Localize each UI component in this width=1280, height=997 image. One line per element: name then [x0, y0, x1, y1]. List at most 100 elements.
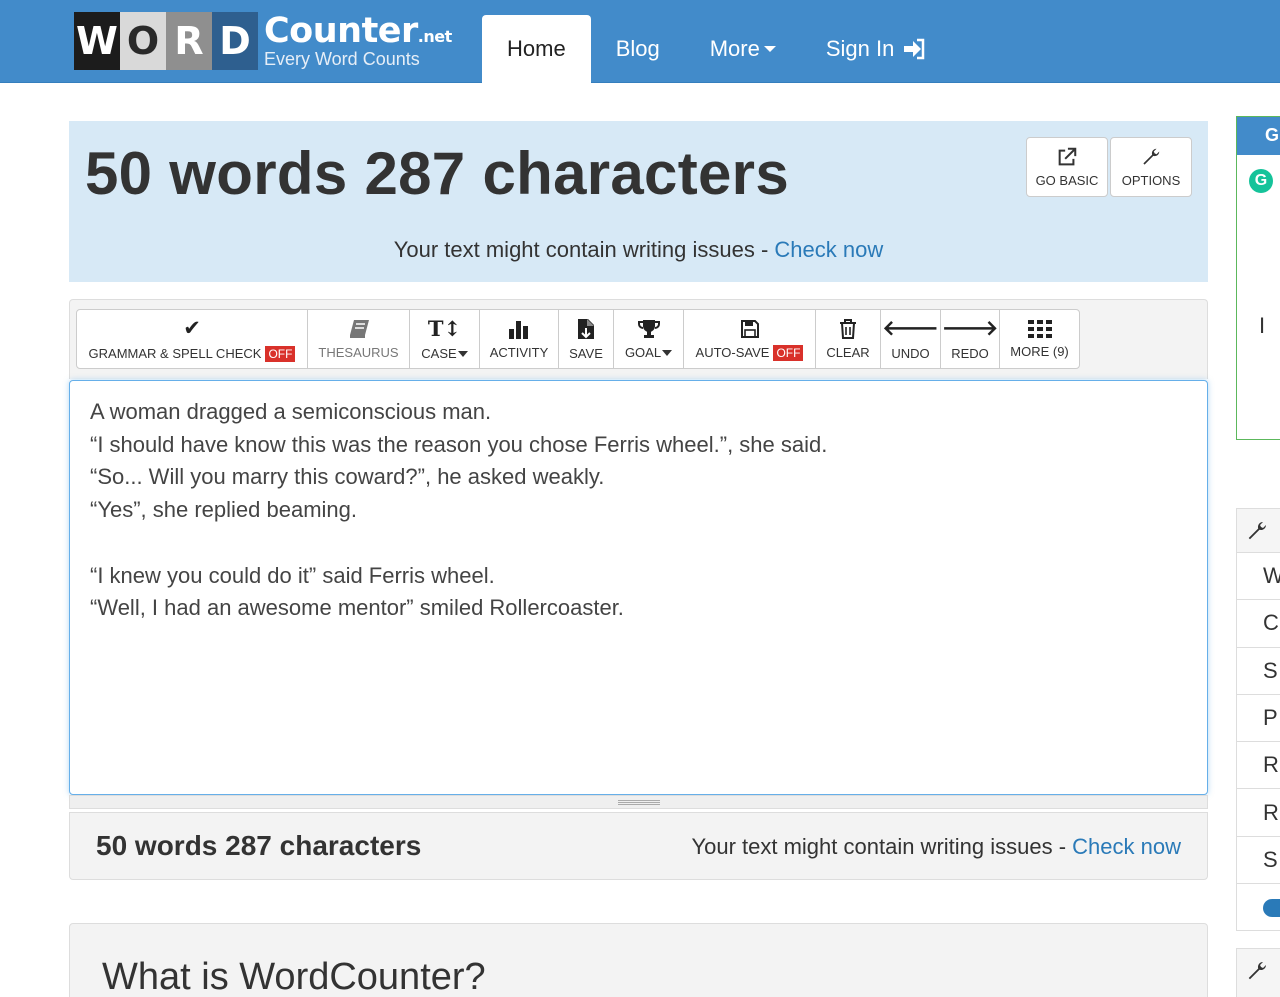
word-character-count: 50 words 287 characters — [85, 140, 789, 207]
nav-blog[interactable]: Blog — [591, 15, 685, 83]
goal-label: GOAL — [624, 344, 662, 360]
sidebar-row: R — [1237, 789, 1280, 837]
book-icon — [349, 319, 369, 338]
redo-label: REDO — [951, 345, 989, 361]
more-tools-button[interactable]: MORE (9) — [999, 309, 1080, 369]
save-button[interactable]: SAVE — [558, 309, 614, 369]
top-buttons: GO BASIC OPTIONS — [1026, 137, 1192, 197]
nav-signin-label: Sign In — [825, 36, 895, 61]
navbar: W O R D Counter.net Every Word Counts Ho… — [0, 0, 1280, 83]
sidebar-row: R — [1237, 742, 1280, 790]
logo-tile-o: O — [120, 12, 166, 70]
logo-tile-r: R — [166, 12, 212, 70]
sidebar-grammar-head: G — [1237, 117, 1280, 155]
case-button[interactable]: T↕ CASE — [409, 309, 480, 369]
arrow-left-icon: 🡐 — [882, 316, 939, 340]
nav-more[interactable]: More — [685, 15, 801, 83]
nav-signin[interactable]: Sign In — [801, 15, 952, 83]
wrench-icon — [1248, 961, 1267, 980]
activity-button[interactable]: ACTIVITY — [479, 309, 559, 369]
grammar-off-badge: OFF — [265, 345, 296, 362]
bottom-word-character-count: 50 words 287 characters — [96, 830, 422, 861]
clear-label: CLEAR — [826, 344, 870, 360]
options-label: OPTIONS — [1121, 173, 1181, 188]
check-now-link[interactable]: Check now — [774, 237, 883, 262]
logo-tile-w: W — [74, 12, 120, 70]
nav-blog-label: Blog — [615, 36, 660, 61]
sidebar-grammar-widget: G G I — [1236, 116, 1280, 440]
grammar-label: GRAMMAR & SPELL CHECK — [88, 345, 262, 361]
floppy-disk-icon — [740, 319, 759, 338]
more-tools-label: MORE (9) — [1010, 343, 1069, 359]
bottom-writing-issues-text: Your text might contain writing issues - — [691, 834, 1073, 859]
thesaurus-button[interactable]: THESAURUS — [307, 309, 410, 369]
undo-label: UNDO — [891, 345, 930, 361]
autosave-label: AUTO-SAVE — [695, 344, 770, 360]
goal-label-row: GOAL — [624, 344, 673, 360]
clear-button[interactable]: CLEAR — [815, 309, 881, 369]
sidebar-grammar-text: I — [1259, 313, 1266, 338]
logo-main-word: Counter — [264, 11, 418, 51]
what-is-panel: What is WordCounter? — [69, 923, 1208, 997]
caret-down-icon — [457, 351, 468, 358]
sidebar-details-panel: W C S P R R S — [1236, 508, 1280, 931]
logo-tagline: Every Word Counts — [264, 49, 420, 69]
counter-panel: 50 words 287 characters GO BASIC OPTIONS… — [69, 121, 1208, 282]
logo-main: Counter.net — [264, 14, 452, 49]
thesaurus-label: THESAURUS — [318, 344, 399, 360]
logo-tiles: W O R D — [74, 12, 258, 70]
sidebar-row: S — [1237, 648, 1280, 695]
wrench-icon — [1143, 148, 1160, 165]
bottom-check-now-link[interactable]: Check now — [1072, 834, 1181, 859]
text-editor[interactable]: A woman dragged a semiconscious man. “I … — [69, 380, 1208, 795]
trophy-icon — [637, 319, 660, 338]
auto-save-button[interactable]: AUTO-SAVE OFF — [683, 309, 816, 369]
sidebar-details-head — [1237, 509, 1280, 553]
sidebar-row: P — [1237, 695, 1280, 743]
go-basic-label: GO BASIC — [1035, 173, 1099, 188]
sign-in-icon — [904, 38, 925, 60]
trash-icon — [840, 318, 856, 339]
activity-label: ACTIVITY — [489, 344, 549, 360]
case-label: CASE — [421, 345, 457, 361]
caret-down-icon — [662, 350, 673, 357]
sidebar-row: S — [1237, 837, 1280, 885]
site-logo[interactable]: W O R D Counter.net Every Word Counts — [74, 12, 452, 70]
grammar-spell-check-button[interactable]: ✔ GRAMMAR & SPELL CHECK OFF — [76, 309, 308, 369]
bottom-counter-bar: 50 words 287 characters Your text might … — [69, 812, 1208, 880]
sidebar-row: C — [1237, 600, 1280, 648]
save-label: SAVE — [569, 345, 603, 361]
sidebar-toggle[interactable] — [1263, 898, 1280, 917]
check-icon: ✔ — [183, 316, 201, 340]
text-height-icon: T↕ — [427, 315, 462, 341]
goal-button[interactable]: GOAL — [613, 309, 684, 369]
go-basic-button[interactable]: GO BASIC — [1026, 137, 1108, 197]
toolbar-buttons: ✔ GRAMMAR & SPELL CHECK OFF THESAURUS T↕ … — [76, 309, 1080, 369]
editor-toolbar: ✔ GRAMMAR & SPELL CHECK OFF THESAURUS T↕ … — [69, 299, 1208, 379]
redo-button[interactable]: 🡒 REDO — [940, 309, 1000, 369]
caret-down-icon — [763, 46, 776, 52]
sidebar-row: W — [1237, 553, 1280, 601]
grid-icon — [1027, 319, 1052, 338]
external-link-icon — [1058, 147, 1077, 166]
bottom-writing-issues-notice: Your text might contain writing issues -… — [691, 834, 1181, 860]
logo-text: Counter.net Every Word Counts — [264, 14, 452, 69]
editor-resize-handle[interactable] — [69, 795, 1208, 809]
logo-tile-d: D — [212, 12, 258, 70]
autosave-off-badge: OFF — [773, 344, 804, 361]
grammar-label-row: GRAMMAR & SPELL CHECK OFF — [88, 345, 296, 362]
sidebar-toggle-row — [1237, 884, 1280, 931]
main-nav: Home Blog More Sign In — [482, 15, 951, 83]
autosave-label-row: AUTO-SAVE OFF — [695, 344, 804, 361]
what-is-title: What is WordCounter? — [102, 956, 486, 997]
arrow-right-icon: 🡒 — [941, 316, 999, 340]
bar-chart-icon — [509, 320, 528, 339]
writing-issues-text: Your text might contain writing issues - — [393, 237, 775, 262]
nav-home-label: Home — [507, 36, 566, 61]
nav-home[interactable]: Home — [482, 15, 591, 83]
options-button[interactable]: OPTIONS — [1110, 137, 1192, 197]
undo-button[interactable]: 🡐 UNDO — [880, 309, 941, 369]
sidebar-second-panel — [1236, 948, 1280, 997]
wrench-icon — [1248, 521, 1267, 539]
logo-tld: .net — [417, 27, 452, 46]
